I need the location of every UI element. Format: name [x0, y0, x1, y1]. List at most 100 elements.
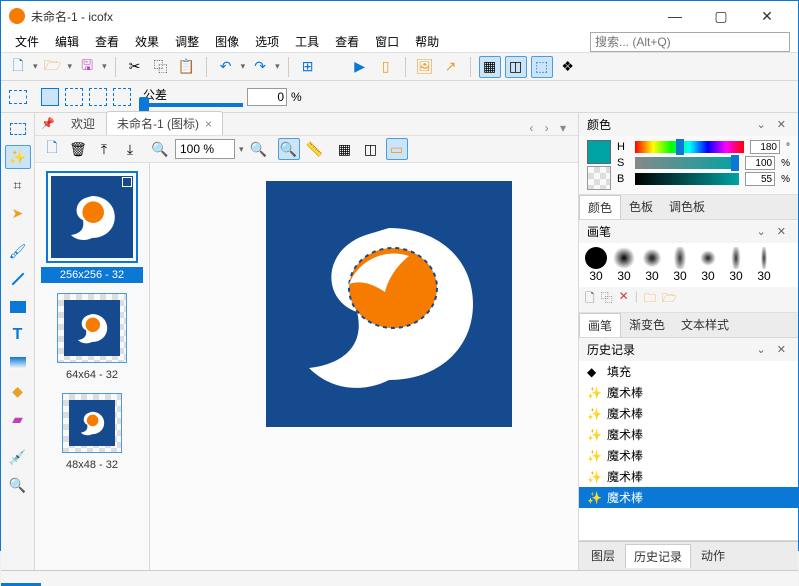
maximize-button[interactable]: ▢	[698, 1, 744, 31]
menu-effects[interactable]: 效果	[127, 31, 167, 52]
history-item[interactable]: ✨魔术棒	[579, 403, 798, 424]
minimize-button[interactable]: —	[652, 1, 698, 31]
delete-brush-button[interactable]: ✕	[619, 289, 629, 310]
export-button[interactable]: ⤓	[119, 138, 141, 160]
view-zoom-button[interactable]: 🔍	[278, 138, 300, 160]
bri-slider[interactable]	[635, 173, 739, 185]
save-brush-button[interactable]: 🗁	[662, 289, 677, 310]
cut-button[interactable]: ✂	[124, 56, 146, 78]
fill-tool[interactable]: ◆	[5, 379, 31, 403]
mode-new[interactable]	[41, 88, 59, 106]
pointer-tool[interactable]: ➤	[5, 201, 31, 225]
apple-button[interactable]	[323, 56, 345, 78]
history-item[interactable]: ✨魔术棒	[579, 424, 798, 445]
slider-thumb[interactable]	[676, 139, 684, 155]
dropdown-icon[interactable]: ▾	[102, 61, 107, 72]
tab-welcome[interactable]: 欢迎	[60, 111, 106, 135]
magic-wand-tool[interactable]: ✨	[5, 145, 31, 169]
brush-tool[interactable]: 🖌	[5, 239, 31, 263]
grid-button[interactable]: ▦	[479, 56, 501, 78]
select-button[interactable]: ⬚	[531, 56, 553, 78]
history-item[interactable]: ◆填充	[579, 361, 798, 382]
gradient-tool[interactable]	[5, 351, 31, 375]
background-swatch[interactable]	[587, 166, 611, 190]
tab-swatches[interactable]: 色板	[621, 195, 661, 219]
close-icon[interactable]: ×	[205, 117, 212, 131]
search-input[interactable]	[590, 32, 790, 52]
panel-controls[interactable]: ⌄ ✕	[757, 118, 791, 131]
brush-preset[interactable]: 30	[667, 247, 693, 283]
mode-subtract[interactable]	[89, 88, 107, 106]
panel-controls[interactable]: ⌄ ✕	[757, 343, 791, 356]
tab-history[interactable]: 历史记录	[625, 544, 691, 568]
slider-thumb[interactable]	[731, 155, 739, 171]
tab-actions[interactable]: 动作	[693, 544, 733, 568]
brush-preset[interactable]: 30	[639, 247, 665, 283]
history-item[interactable]: ✨魔术棒	[579, 466, 798, 487]
zoom-in-button[interactable]: 🔍	[248, 138, 270, 160]
text-tool[interactable]: T	[5, 323, 31, 347]
crop-tool[interactable]: ⌗	[5, 173, 31, 197]
mode-add[interactable]	[65, 88, 83, 106]
tab-brush[interactable]: 画笔	[579, 313, 621, 337]
delete-button[interactable]: 🗑	[67, 138, 89, 160]
mask-button[interactable]: ◫	[505, 56, 527, 78]
eraser-tool[interactable]: ▰	[5, 407, 31, 431]
copy-button[interactable]: ⿻	[150, 56, 172, 78]
history-item[interactable]: ✨魔术棒	[579, 487, 798, 508]
close-button[interactable]: ✕	[744, 1, 790, 31]
folder-brush-button[interactable]: 🗀	[644, 289, 656, 310]
image-button[interactable]: 🖼	[414, 56, 436, 78]
brush-preset[interactable]: 30	[695, 247, 721, 283]
zoom-tool[interactable]: 🔍	[5, 473, 31, 497]
sat-input[interactable]	[745, 156, 775, 170]
tab-textstyle[interactable]: 文本样式	[673, 313, 737, 337]
hue-slider[interactable]	[635, 141, 744, 153]
brush-preset[interactable]: 30	[611, 247, 637, 283]
sat-slider[interactable]	[635, 157, 739, 169]
panel-controls[interactable]: ⌄ ✕	[757, 225, 791, 238]
mobile-button[interactable]: ▯	[375, 56, 397, 78]
tab-gradient[interactable]: 渐变色	[621, 313, 673, 337]
eyedropper-tool[interactable]: 💉	[5, 445, 31, 469]
undo-button[interactable]: ↶	[215, 56, 237, 78]
zoom-out-button[interactable]: 🔍	[149, 138, 171, 160]
view-ruler-button[interactable]: 📏	[304, 138, 326, 160]
thumb-item[interactable]: 48x48 - 32	[41, 393, 143, 473]
dropdown-icon[interactable]: ▾	[68, 61, 73, 72]
windows-button[interactable]: ⊞	[297, 56, 319, 78]
line-tool[interactable]	[5, 267, 31, 291]
save-button[interactable]: 🖫	[76, 56, 98, 78]
dropdown-icon[interactable]: ▾	[241, 61, 246, 72]
cursor-button[interactable]: ↗	[440, 56, 462, 78]
android-button[interactable]: ▶	[349, 56, 371, 78]
open-button[interactable]: 🗁	[42, 56, 64, 78]
tab-document[interactable]: 未命名-1 (图标)×	[106, 111, 223, 135]
history-item[interactable]: ✨魔术棒	[579, 445, 798, 466]
add-button[interactable]: 🗋	[41, 138, 63, 160]
menu-view2[interactable]: 查看	[327, 31, 367, 52]
dropdown-icon[interactable]: ▾	[275, 61, 280, 72]
menu-view[interactable]: 查看	[87, 31, 127, 52]
tolerance-slider[interactable]	[143, 103, 243, 107]
dropdown-icon[interactable]: ▾	[33, 61, 38, 72]
thumb-item[interactable]: 256x256 - 32	[41, 171, 143, 283]
pin-icon[interactable]: 📌	[41, 117, 55, 130]
menu-tools[interactable]: 工具	[287, 31, 327, 52]
zoom-select[interactable]	[175, 139, 235, 159]
new-button[interactable]: 🗋	[7, 56, 29, 78]
foreground-swatch[interactable]	[587, 140, 611, 164]
menu-adjust[interactable]: 调整	[167, 31, 207, 52]
canvas[interactable]	[266, 181, 512, 427]
menu-window[interactable]: 窗口	[367, 31, 407, 52]
view-checker-button[interactable]: ◫	[360, 138, 382, 160]
layers-button[interactable]: ❖	[557, 56, 579, 78]
hue-input[interactable]	[750, 140, 780, 154]
new-brush-button[interactable]: 🗋	[585, 289, 595, 310]
menu-image[interactable]: 图像	[207, 31, 247, 52]
menu-edit[interactable]: 编辑	[47, 31, 87, 52]
selection-crop-button[interactable]	[7, 86, 29, 108]
tab-nav[interactable]: ‹ › ▾	[529, 121, 570, 135]
tab-color[interactable]: 颜色	[579, 195, 621, 219]
menu-help[interactable]: 帮助	[407, 31, 447, 52]
